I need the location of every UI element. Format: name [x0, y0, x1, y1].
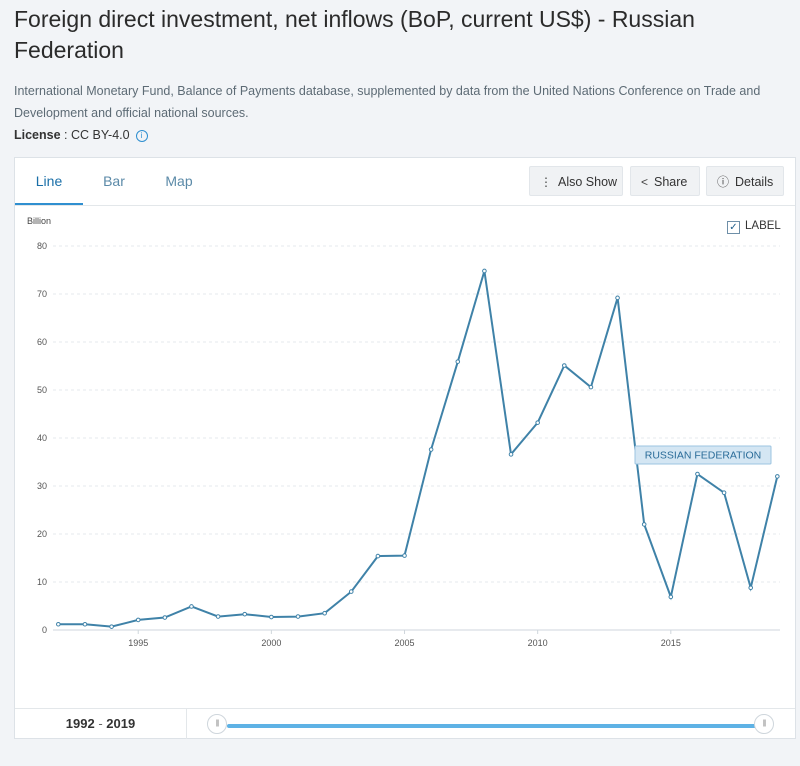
- range-start: 1992: [65, 716, 95, 731]
- data-point: [269, 614, 274, 620]
- data-point: [56, 621, 61, 627]
- share-label: Share: [654, 175, 688, 189]
- x-tick-label: 2000: [261, 638, 281, 648]
- x-axis: 1995 2000 2005 2010 2015: [128, 630, 681, 648]
- data-point: [561, 363, 567, 368]
- chart-card: Line Bar Map ⋮ Also Show < Share ⓘ Details …: [14, 157, 796, 739]
- grid-lines: [53, 245, 780, 631]
- y-tick-label: 60: [37, 337, 47, 347]
- license-label: License: [14, 128, 61, 142]
- license-line: License : CC BY-4.0 i: [14, 125, 148, 145]
- page-title: Foreign direct investment, net inflows (…: [14, 6, 695, 63]
- data-point: [721, 490, 727, 496]
- y-tick-label: 20: [37, 529, 47, 539]
- slider-handle-start[interactable]: |||: [207, 714, 227, 734]
- tab-bar[interactable]: Bar: [83, 158, 145, 204]
- info-circle-icon: ⓘ: [717, 175, 730, 189]
- y-tick-label: 50: [37, 385, 47, 395]
- line-chart: 0 10 20 30 40 50 60 70 80 1995 2000 2005 2010 2015 R…: [37, 241, 780, 648]
- x-tick-label: 2015: [661, 638, 681, 648]
- info-icon[interactable]: i: [135, 130, 148, 142]
- data-point: [535, 420, 540, 425]
- data-point: [428, 447, 434, 452]
- y-tick-label: 40: [37, 433, 47, 443]
- year-range-slider: 1992 - 2019 ||| |||: [15, 708, 795, 739]
- series-label: RUSSIAN FEDERATION: [645, 450, 761, 462]
- y-tick-label: 10: [37, 577, 47, 587]
- data-point: [615, 295, 620, 301]
- slider-handle-end[interactable]: |||: [754, 714, 774, 734]
- series-label-group: RUSSIAN FEDERATION: [634, 445, 772, 465]
- y-tick-label: 30: [37, 481, 47, 491]
- year-range-display: 1992 - 2019: [15, 709, 187, 739]
- tab-line[interactable]: Line: [15, 158, 83, 205]
- data-point: [162, 615, 168, 620]
- data-point: [215, 614, 221, 619]
- data-point: [348, 589, 354, 594]
- data-point: [135, 617, 141, 623]
- more-vertical-icon: ⋮: [540, 175, 552, 189]
- share-button[interactable]: < Share: [630, 166, 700, 196]
- x-tick-label: 2010: [528, 638, 548, 648]
- also-show-label: Also Show: [558, 175, 618, 189]
- slider-track[interactable]: [227, 724, 763, 728]
- details-label: Details: [735, 175, 774, 189]
- tab-map[interactable]: Map: [145, 158, 213, 204]
- data-point: [402, 553, 407, 558]
- data-point: [775, 474, 780, 479]
- license-value: CC BY-4.0: [70, 128, 130, 142]
- range-separator: -: [94, 716, 107, 731]
- x-tick-label: 2005: [395, 638, 415, 648]
- source-note: International Monetary Fund, Balance of …: [14, 84, 761, 120]
- data-point: [668, 594, 674, 600]
- data-point: [508, 452, 514, 457]
- data-point: [588, 384, 594, 390]
- chart-tabs: Line Bar Map ⋮ Also Show < Share ⓘ Details: [15, 158, 795, 206]
- data-point: [242, 611, 248, 617]
- data-point: [482, 268, 487, 274]
- data-point: [82, 621, 88, 627]
- y-tick-label: 0: [42, 625, 47, 635]
- data-point: [322, 610, 327, 616]
- x-tick-label: 1995: [128, 638, 148, 648]
- details-button[interactable]: ⓘ Details: [706, 166, 784, 196]
- data-point: [189, 604, 194, 609]
- range-end: 2019: [106, 716, 136, 731]
- data-point: [109, 624, 114, 629]
- data-point: [375, 553, 381, 559]
- share-icon: <: [641, 175, 649, 189]
- also-show-button[interactable]: ⋮ Also Show: [529, 166, 623, 196]
- y-tick-label: 70: [37, 289, 47, 299]
- data-point: [695, 471, 700, 477]
- y-tick-label: 80: [37, 241, 47, 251]
- data-point: [641, 522, 647, 527]
- data-point: [748, 585, 754, 591]
- y-axis: 0 10 20 30 40 50 60 70 80: [37, 241, 47, 635]
- data-point: [295, 614, 301, 619]
- license-separator: :: [60, 128, 71, 142]
- data-point: [455, 359, 461, 364]
